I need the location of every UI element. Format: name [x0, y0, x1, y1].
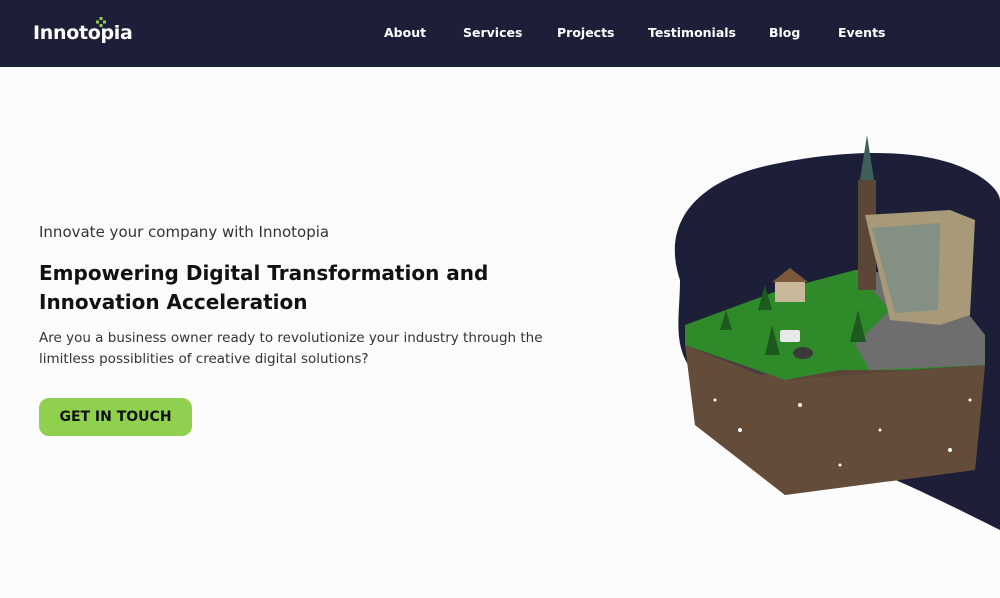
dark-car	[793, 347, 813, 359]
nav-link-testimonials[interactable]: Testimonials	[648, 25, 736, 40]
top-navbar: Innotopia About Services Projects Testim…	[0, 0, 1000, 67]
brand-logo[interactable]: Innotopia	[33, 22, 133, 44]
nav-link-services[interactable]: Services	[463, 25, 522, 40]
white-van	[780, 330, 800, 342]
hero-headline-line1: Empowering Digital Transformation and	[39, 261, 489, 285]
hero-lede-line2: limitless possiblities of creative digit…	[39, 351, 369, 367]
get-in-touch-button[interactable]: GET IN TOUCH	[39, 398, 192, 436]
nav-link-projects[interactable]: Projects	[557, 25, 615, 40]
hero-eyebrow: Innovate your company with Innotopia	[39, 223, 330, 241]
hero-headline-line2: Innovation Acceleration	[39, 290, 308, 314]
nav-link-blog[interactable]: Blog	[769, 25, 800, 40]
hero-lede-line1: Are you a business owner ready to revolu…	[39, 330, 543, 346]
nav-link-about[interactable]: About	[384, 25, 426, 40]
hero-lede: Are you a business owner ready to revolu…	[39, 328, 579, 370]
nav-link-events[interactable]: Events	[838, 25, 885, 40]
logo-dots-icon	[96, 17, 106, 27]
hero-headline: Empowering Digital Transformation and In…	[39, 259, 559, 317]
house	[775, 280, 805, 302]
floating-island-illustration	[674, 135, 1000, 530]
